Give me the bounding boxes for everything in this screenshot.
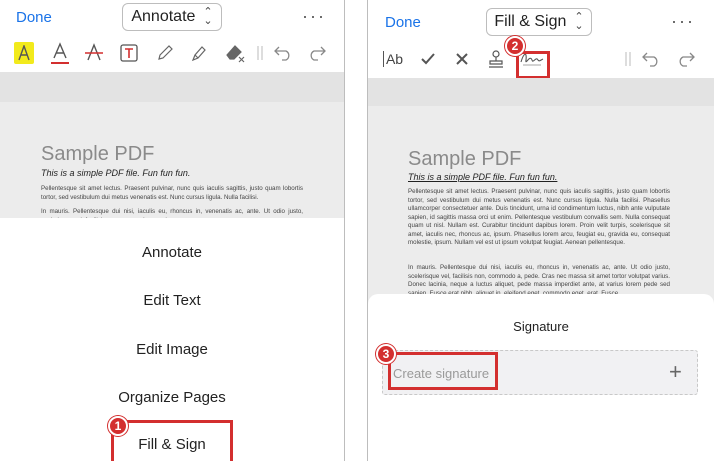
marker-icon[interactable] (189, 42, 209, 64)
done-button[interactable]: Done (16, 9, 52, 26)
menu-item-organize-pages[interactable]: Organize Pages (0, 389, 344, 406)
redo-icon[interactable] (675, 48, 697, 70)
right-screen: Done Fill & Sign ⌃ ⌄ ··· Ab 2 Sample PDF… (367, 0, 714, 461)
toolbar-divider (255, 44, 265, 62)
checkmark-icon[interactable] (418, 48, 438, 70)
step-badge: 1 (108, 416, 128, 436)
menu-item-edit-text[interactable]: Edit Text (0, 292, 344, 309)
mode-selector[interactable]: Annotate ⌃ ⌄ (122, 3, 222, 31)
menu-item-edit-image[interactable]: Edit Image (0, 341, 344, 358)
undo-icon[interactable] (272, 42, 294, 64)
toolbar-separator-band (368, 78, 714, 106)
menu-item-annotate[interactable]: Annotate (0, 244, 344, 261)
strikethrough-icon[interactable] (84, 42, 104, 64)
mode-selector[interactable]: Fill & Sign ⌃ ⌄ (486, 8, 592, 36)
mode-label: Annotate (131, 8, 196, 25)
doc-subtitle: This is a simple PDF file. Fun fun fun. (408, 172, 558, 182)
cross-icon[interactable] (452, 48, 472, 70)
signature-title: Signature (513, 319, 569, 334)
eraser-icon[interactable] (224, 42, 246, 64)
doc-title: Sample PDF (41, 143, 155, 165)
doc-paragraph: Pellentesque sit amet lectus. Praesent p… (41, 185, 303, 201)
callout-box-create-signature (388, 352, 498, 390)
mode-label: Fill & Sign (494, 13, 567, 30)
plus-icon[interactable]: + (669, 359, 682, 385)
highlight-icon[interactable] (14, 42, 34, 64)
stamp-icon[interactable] (485, 48, 507, 70)
pencil-icon[interactable] (155, 42, 175, 64)
text-color-icon[interactable] (50, 42, 70, 66)
done-button[interactable]: Done (385, 14, 421, 31)
redo-icon[interactable] (306, 42, 328, 64)
text-field-label: Ab (382, 51, 403, 67)
doc-paragraph: In mauris. Pellentesque dui nisi, iaculi… (408, 264, 670, 297)
text-field-icon[interactable]: Ab (380, 48, 406, 70)
more-menu-button[interactable]: ··· (671, 11, 695, 32)
undo-icon[interactable] (640, 48, 662, 70)
updown-chevron-icon: ⌃ ⌄ (203, 6, 213, 27)
text-box-icon[interactable] (119, 42, 139, 64)
doc-paragraph: Pellentesque sit amet lectus. Praesent p… (408, 188, 670, 246)
doc-subtitle: This is a simple PDF file. Fun fun fun. (41, 168, 191, 178)
doc-title: Sample PDF (408, 148, 522, 170)
toolbar-divider (623, 50, 633, 68)
pdf-page-preview: Sample PDF This is a simple PDF file. Fu… (0, 102, 344, 220)
callout-box-signature-tool (516, 51, 550, 79)
step-badge: 2 (505, 36, 525, 56)
left-screen: Done Annotate ⌃ ⌄ ··· Sample PDF This is… (0, 0, 345, 461)
annotate-toolbar (0, 40, 344, 68)
pdf-page-preview: Sample PDF This is a simple PDF file. Fu… (368, 106, 714, 306)
callout-box-fill-sign (111, 420, 233, 461)
top-bar: Done Fill & Sign ⌃ ⌄ ··· (368, 0, 714, 38)
updown-chevron-icon: ⌃ ⌄ (574, 11, 584, 32)
step-badge: 3 (376, 344, 396, 364)
toolbar-separator-band (0, 72, 344, 102)
top-bar: Done Annotate ⌃ ⌄ ··· (0, 0, 344, 38)
more-menu-button[interactable]: ··· (302, 6, 326, 27)
